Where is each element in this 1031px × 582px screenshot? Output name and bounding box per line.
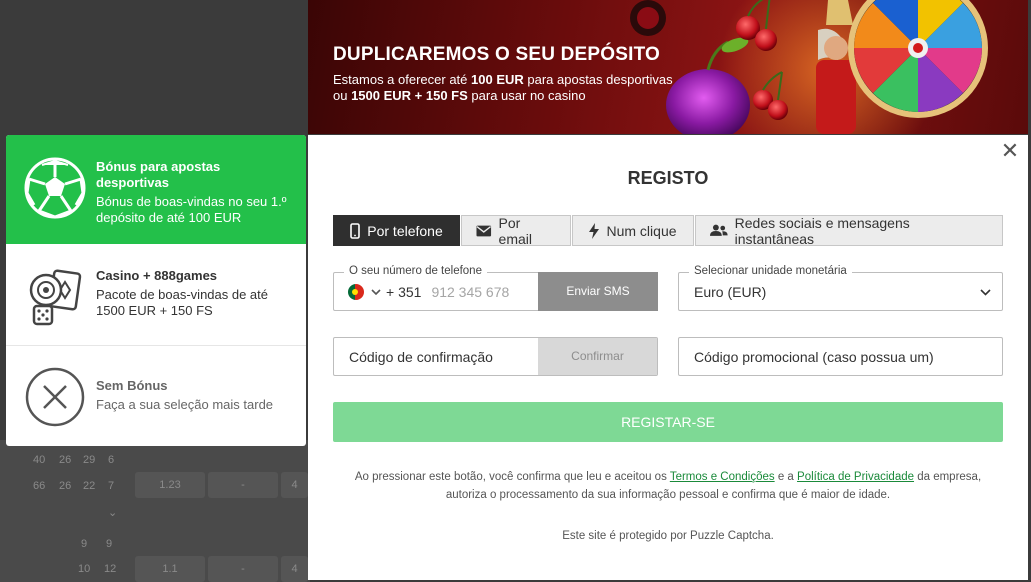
bonus-option-casino[interactable]: Casino + 888games Pacote de boas-vindas …: [6, 244, 306, 344]
bonus-selection-panel: Bónus para apostas desportivas Bónus de …: [6, 135, 306, 446]
promo-banner: DUPLICAREMOS O SEU DEPÓSITO Estamos a of…: [308, 0, 1028, 134]
bg-value: 12: [104, 563, 117, 575]
bg-odds-cell: 4: [281, 472, 308, 498]
bg-value: 26: [59, 480, 72, 492]
close-icon[interactable]: ✕: [1000, 140, 1020, 162]
send-sms-button[interactable]: Enviar SMS: [538, 272, 658, 311]
bg-odds-cell: -: [208, 556, 278, 582]
portugal-flag-icon[interactable]: [348, 283, 364, 300]
register-button[interactable]: REGISTAR-SE: [333, 402, 1003, 442]
modal-title: REGISTO: [627, 168, 709, 188]
tab-label: Por telefone: [367, 222, 443, 239]
banner-text: Estamos a oferecer até 100 EUR para apos…: [333, 72, 673, 103]
bonus-description: Faça a sua seleção mais tarde: [96, 397, 274, 412]
currency-field-label: Selecionar unidade monetária: [689, 265, 852, 277]
phone-number-field: O seu número de telefone + 351 Enviar SM…: [333, 265, 658, 311]
envelope-icon: [476, 225, 492, 236]
bg-odds-cell: 4: [281, 556, 308, 582]
terms-link[interactable]: Termos e Condições: [670, 471, 775, 483]
banner-artwork: [630, 0, 988, 134]
bg-value: 22: [83, 480, 96, 492]
tab-label: Por email: [498, 214, 533, 247]
registration-modal: ✕ REGISTO Por telefone Por email Num cli…: [308, 135, 1028, 580]
tab-email[interactable]: Por email: [461, 214, 571, 247]
no-bonus-x-icon: [25, 367, 85, 427]
tab-phone[interactable]: Por telefone: [333, 215, 460, 246]
captcha-notice: Este site é protegido por Puzzle Captcha…: [562, 530, 774, 542]
phone-input[interactable]: [431, 283, 532, 300]
bg-odds-cell: 1.23: [135, 472, 205, 498]
bonus-description: Pacote de boas-vindas de até 1500 EUR + …: [96, 287, 269, 318]
currency-value: Euro (EUR): [694, 284, 767, 300]
bg-value: 26: [59, 454, 72, 466]
bonus-title: Bónus para apostas desportivas: [96, 159, 221, 190]
legal-notice: Ao pressionar este botão, você confirma …: [354, 471, 982, 501]
bg-value: 9: [106, 538, 113, 550]
lightning-icon: [589, 222, 600, 239]
casino-cards-dice-icon: [29, 269, 82, 326]
registration-tabs: Por telefone Por email Num clique Redes …: [333, 214, 1004, 247]
banner-title: DUPLICAREMOS O SEU DEPÓSITO: [333, 44, 661, 65]
bg-odds-cell: -: [208, 472, 278, 498]
bonus-option-none[interactable]: Sem Bónus Faça a sua seleção mais tarde: [6, 346, 306, 446]
bonus-title: Casino + 888games: [96, 268, 218, 283]
bg-value: 40: [33, 454, 46, 466]
bg-value: 9: [81, 538, 88, 550]
bg-value: 7: [108, 480, 115, 492]
tab-social[interactable]: Redes sociais e mensagens instantâneas: [695, 214, 1003, 247]
bg-value: 10: [78, 563, 91, 575]
tab-label: Num clique: [606, 222, 677, 239]
bg-value: 66: [33, 480, 46, 492]
currency-select[interactable]: Selecionar unidade monetária Euro (EUR): [678, 265, 1003, 311]
tab-one-click[interactable]: Num clique: [572, 215, 694, 246]
country-code: + 351: [386, 283, 422, 300]
tab-label: Redes sociais e mensagens instantâneas: [734, 214, 910, 247]
phone-field-label: O seu número de telefone: [344, 265, 487, 277]
bg-chevron: ⌄: [108, 507, 118, 519]
confirmation-code-placeholder: Código de confirmação: [349, 348, 493, 365]
bonus-title: Sem Bónus: [96, 378, 168, 393]
bonus-option-sports[interactable]: Bónus para apostas desportivas Bónus de …: [6, 135, 306, 244]
users-icon: [710, 224, 728, 236]
soccer-ball-icon: [24, 157, 86, 219]
bg-value: 6: [108, 454, 115, 466]
chevron-down-icon[interactable]: [371, 289, 381, 295]
bg-value: 29: [83, 454, 96, 466]
phone-icon: [350, 222, 361, 239]
promo-code-field[interactable]: Código promocional (caso possua um): [678, 337, 1003, 376]
bg-odds-cell: 1.1: [135, 556, 205, 582]
chevron-down-icon: [980, 289, 991, 296]
privacy-link[interactable]: Política de Privacidade: [797, 471, 914, 483]
promo-code-placeholder: Código promocional (caso possua um): [694, 348, 934, 365]
bonus-description: Bónus de boas-vindas no seu 1.º depósito…: [96, 194, 287, 225]
confirm-button[interactable]: Confirmar: [538, 338, 657, 375]
